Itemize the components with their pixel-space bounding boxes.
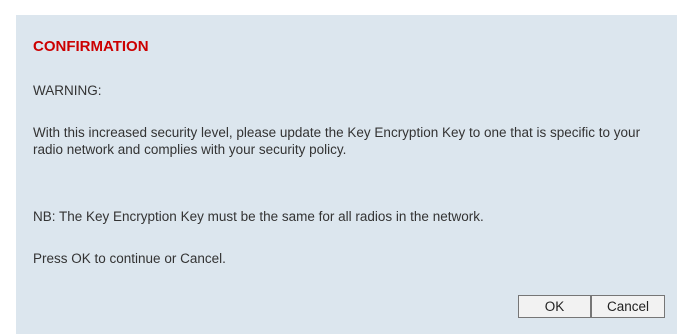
ok-button[interactable]: OK — [518, 295, 591, 318]
confirmation-dialog: CONFIRMATION WARNING: With this increase… — [16, 15, 677, 334]
cancel-button[interactable]: Cancel — [591, 295, 665, 318]
dialog-title: CONFIRMATION — [33, 38, 149, 55]
warning-label: WARNING: — [33, 83, 102, 98]
dialog-instruction: Press OK to continue or Cancel. — [33, 251, 226, 266]
dialog-note: NB: The Key Encryption Key must be the s… — [33, 209, 484, 224]
dialog-message: With this increased security level, plea… — [33, 125, 641, 157]
